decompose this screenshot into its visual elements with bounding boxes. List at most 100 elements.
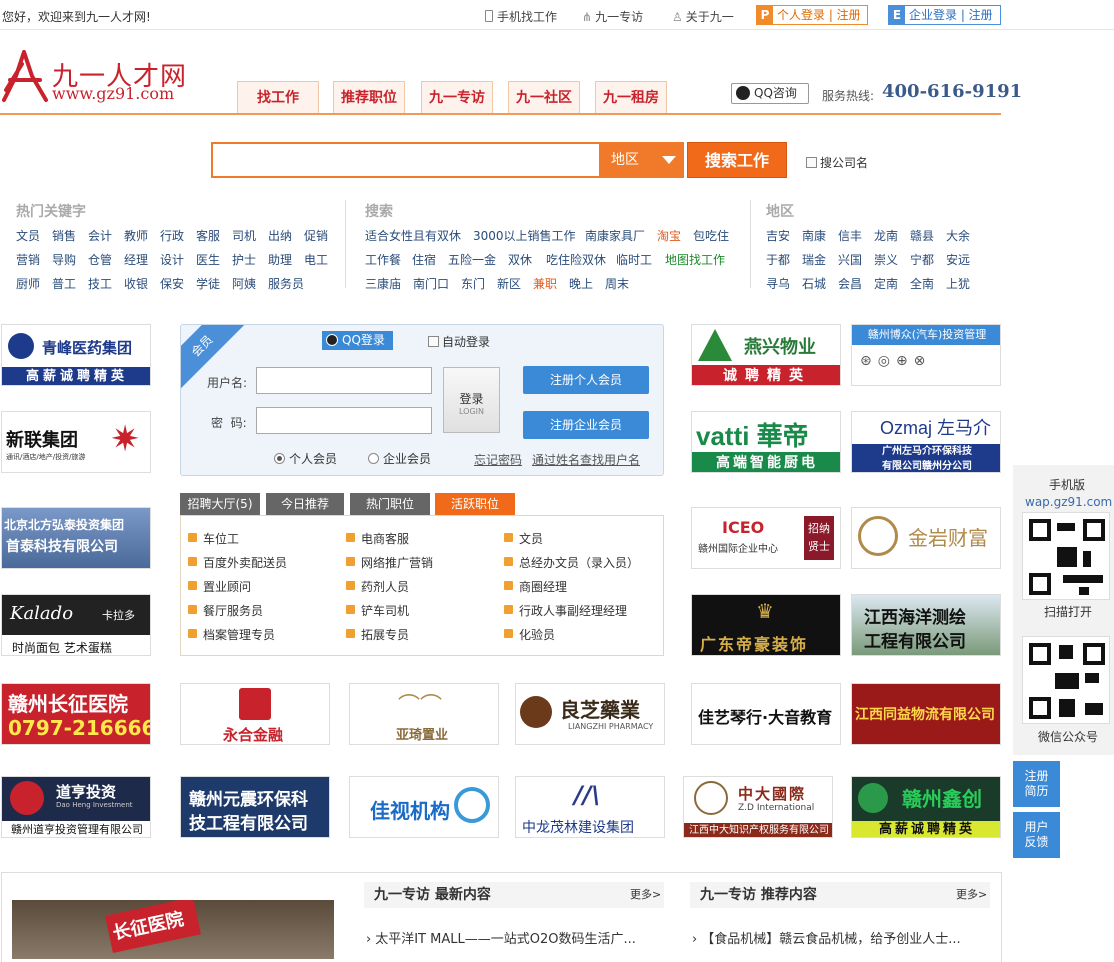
latest-news-item[interactable]: › 太平洋IT MALL——一站式O2O数码生活广... <box>366 928 636 947</box>
hot-keyword-link[interactable]: 教师 <box>124 227 148 244</box>
ad-bozhong[interactable]: 赣州博众(汽车)投资管理 ⊛◎⊕⊗ <box>851 324 1001 386</box>
radio-personal[interactable]: 个人会员 <box>274 450 337 467</box>
job-link[interactable]: 拓展专员 <box>346 626 409 643</box>
region-keyword-link[interactable]: 瑞金 <box>802 251 826 268</box>
hot-keyword-link[interactable]: 促销 <box>304 227 328 244</box>
search-keyword-link[interactable]: 住宿 <box>412 251 436 268</box>
hot-keyword-link[interactable]: 厨师 <box>16 275 40 292</box>
hot-keyword-link[interactable]: 技工 <box>88 275 112 292</box>
ad-jiayi[interactable]: 佳艺琴行·大音教育 <box>691 683 841 745</box>
region-keyword-link[interactable]: 于都 <box>766 251 790 268</box>
job-link[interactable]: 档案管理专员 <box>188 626 275 643</box>
hot-keyword-link[interactable]: 电工 <box>304 251 328 268</box>
search-input[interactable] <box>211 142 601 178</box>
search-keyword-link[interactable]: 包吃住 <box>693 227 729 244</box>
hot-keyword-link[interactable]: 司机 <box>232 227 256 244</box>
latest-more-link[interactable]: 更多> <box>630 882 661 908</box>
job-link[interactable]: 电商客服 <box>346 530 409 547</box>
find-username-link[interactable]: 通过姓名查找用户名 <box>532 451 640 468</box>
ad-kalado[interactable]: Kalado 卡拉多 时尚面包 艺术蛋糕 <box>1 594 151 656</box>
news-photo[interactable]: 长征医院 <box>12 900 334 959</box>
register-personal-button[interactable]: 注册个人会员 <box>523 366 649 394</box>
search-keyword-link[interactable]: 新区 <box>497 275 521 292</box>
job-link[interactable]: 总经办文员（录入员） <box>504 554 639 571</box>
ad-vatti[interactable]: vatti 華帝 高端智能厨电 <box>691 411 841 473</box>
hot-keyword-link[interactable]: 会计 <box>88 227 112 244</box>
region-select[interactable]: 地区 <box>601 142 684 178</box>
region-keyword-link[interactable]: 定南 <box>874 275 898 292</box>
hot-keyword-link[interactable]: 护士 <box>232 251 256 268</box>
region-keyword-link[interactable]: 安远 <box>946 251 970 268</box>
ad-yaqi[interactable]: ⌒⌒ 亚琦置业 <box>349 683 499 745</box>
personal-login-button[interactable]: P 个人登录 | 注册 <box>756 5 868 25</box>
job-link[interactable]: 铲车司机 <box>346 602 409 619</box>
nav-tab-rental[interactable]: 九一租房 <box>595 81 667 113</box>
mobile-job-link[interactable]: 手机找工作 <box>485 8 557 25</box>
interview-link[interactable]: ⋔ 九一专访 <box>582 8 643 25</box>
region-keyword-link[interactable]: 全南 <box>910 275 934 292</box>
hot-keyword-link[interactable]: 销售 <box>52 227 76 244</box>
ad-daoheng[interactable]: 道亨投资 Dao Heng Investment 赣州道亨投资管理有限公司 <box>1 776 151 838</box>
ad-jinyan[interactable]: 金岩财富 <box>851 507 1001 569</box>
search-button[interactable]: 搜索工作 <box>687 142 787 178</box>
hot-keyword-link[interactable]: 出纳 <box>268 227 292 244</box>
job-link[interactable]: 药剂人员 <box>346 578 409 595</box>
region-keyword-link[interactable]: 大余 <box>946 227 970 244</box>
tab-job-hall[interactable]: 招聘大厅(5) <box>180 493 260 515</box>
nav-tab-recommended[interactable]: 推荐职位 <box>333 81 405 113</box>
search-keyword-link[interactable]: 吃住险双休 <box>546 251 606 268</box>
ad-changzheng[interactable]: 赣州长征医院 0797-2166666 <box>1 683 151 745</box>
ad-zhonglong[interactable]: //\ 中龙茂林建设集团 <box>515 776 665 838</box>
search-keyword-link[interactable]: 淘宝 <box>657 227 681 244</box>
enterprise-login-button[interactable]: E 企业登录 | 注册 <box>888 5 1001 25</box>
region-keyword-link[interactable]: 寻乌 <box>766 275 790 292</box>
qq-consult-button[interactable]: QQ咨询 <box>731 83 809 104</box>
ad-yonghe[interactable]: 永合金融 <box>180 683 330 745</box>
region-keyword-link[interactable]: 宁都 <box>910 251 934 268</box>
hot-keyword-link[interactable]: 学徒 <box>196 275 220 292</box>
radio-enterprise[interactable]: 企业会员 <box>368 450 431 467</box>
search-company-option[interactable]: 搜公司名 <box>806 154 868 171</box>
hot-keyword-link[interactable]: 收银 <box>124 275 148 292</box>
region-keyword-link[interactable]: 兴国 <box>838 251 862 268</box>
auto-login-checkbox[interactable] <box>428 336 439 347</box>
region-keyword-link[interactable]: 崇义 <box>874 251 898 268</box>
ad-qingfeng[interactable]: 青峰医药集团 高薪诚聘精英 <box>1 324 151 386</box>
hot-keyword-link[interactable]: 设计 <box>160 251 184 268</box>
hot-keyword-link[interactable]: 助理 <box>268 251 292 268</box>
hot-keyword-link[interactable]: 仓管 <box>88 251 112 268</box>
job-link[interactable]: 商圈经理 <box>504 578 567 595</box>
auto-login-option[interactable]: 自动登录 <box>428 333 490 350</box>
tab-today[interactable]: 今日推荐 <box>266 493 344 515</box>
ad-jiangxi-haiyang[interactable]: 江西海洋测绘 工程有限公司 <box>851 594 1001 656</box>
search-keyword-link[interactable]: 双休 <box>508 251 532 268</box>
job-link[interactable]: 车位工 <box>188 530 239 547</box>
search-keyword-link[interactable]: 南门口 <box>413 275 449 292</box>
job-link[interactable]: 文员 <box>504 530 543 547</box>
hot-keyword-link[interactable]: 文员 <box>16 227 40 244</box>
hot-keyword-link[interactable]: 医生 <box>196 251 220 268</box>
job-link[interactable]: 百度外卖配送员 <box>188 554 287 571</box>
ad-yuanzhen[interactable]: 赣州元震环保科 技工程有限公司 <box>180 776 330 838</box>
ad-beijing-beifang[interactable]: 北京北方弘泰投资集团 首泰科技有限公司 <box>1 507 151 569</box>
ad-jiashi[interactable]: 佳视机构 <box>349 776 499 838</box>
search-keyword-link[interactable]: 五险一金 <box>448 251 496 268</box>
search-keyword-link[interactable]: 三康庙 <box>365 275 401 292</box>
search-keyword-link[interactable]: 兼职 <box>533 275 557 292</box>
search-keyword-link[interactable]: 周末 <box>605 275 629 292</box>
ad-guangdong-dihao[interactable]: ♛ 广东帝豪装饰 <box>691 594 841 656</box>
search-keyword-link[interactable]: 东门 <box>461 275 485 292</box>
search-company-checkbox[interactable] <box>806 157 817 168</box>
hot-keyword-link[interactable]: 阿姨 <box>232 275 256 292</box>
hot-keyword-link[interactable]: 导购 <box>52 251 76 268</box>
recommended-news-item[interactable]: › 【食品机械】赣云食品机械，给予创业人士... <box>692 928 961 947</box>
region-keyword-link[interactable]: 吉安 <box>766 227 790 244</box>
job-link[interactable]: 网络推广营销 <box>346 554 433 571</box>
nav-tab-interview[interactable]: 九一专访 <box>421 81 493 113</box>
radio-personal-dot[interactable] <box>274 453 285 464</box>
ad-yanxing[interactable]: 燕兴物业 诚聘精英 <box>691 324 841 386</box>
region-keyword-link[interactable]: 会昌 <box>838 275 862 292</box>
ad-iceo[interactable]: ICEO 赣州国际企业中心 招纳贤士 <box>691 507 841 569</box>
region-keyword-link[interactable]: 赣县 <box>910 227 934 244</box>
search-keyword-link[interactable]: 晚上 <box>569 275 593 292</box>
